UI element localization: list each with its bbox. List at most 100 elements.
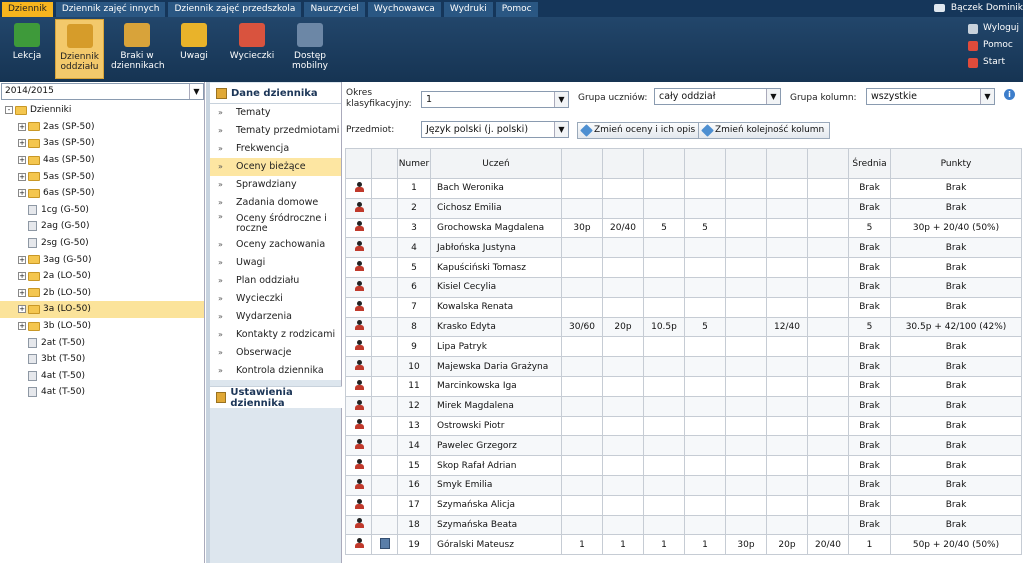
student-name[interactable]: Cichosz Emilia [430,197,562,219]
tree-item[interactable]: +2b (LO-50) [0,285,204,302]
grade-cell[interactable]: 12/40 [766,316,808,338]
tree-item[interactable]: 3bt (T-50) [0,351,204,368]
przedmiot-select[interactable]: Język polski (j. polski) ▼ [421,121,569,138]
chevron-down-icon[interactable]: ▼ [554,92,568,107]
tree-item[interactable]: - Dzienniki [0,102,204,119]
student-name[interactable]: Pawelec Grzegorz [430,435,562,457]
grade-cell[interactable] [725,356,767,377]
grade-cell[interactable] [602,296,644,318]
grade-cell[interactable] [602,415,644,437]
grade-cell[interactable] [725,257,767,278]
grade-cell[interactable] [807,415,849,437]
grade-cell[interactable] [602,257,644,278]
toolbar-button-5[interactable]: Dostęp mobilny [287,19,333,79]
expand-icon[interactable]: + [18,322,26,331]
grade-cell[interactable]: 30p [725,534,767,556]
toolbar-button-3[interactable]: Uwagi [170,19,218,79]
grade-cell[interactable] [807,375,849,397]
grade-cell[interactable] [643,197,685,219]
grade-cell[interactable] [725,514,767,536]
toolbar-button-1[interactable]: Dziennik oddziału [55,19,104,79]
nav-item[interactable]: » Sprawdziany [210,176,341,194]
grade-cell[interactable] [602,356,644,377]
student-name[interactable]: Krasko Edyta [430,316,562,338]
grade-cell[interactable] [766,514,808,536]
grade-cell[interactable] [561,474,603,496]
grade-cell[interactable] [766,395,808,417]
nav-item[interactable]: » Oceny śródroczne i roczne [210,212,341,236]
tree-item[interactable]: +6as (SP-50) [0,185,204,202]
student-name[interactable]: Marcinkowska Iga [430,375,562,397]
nav-item[interactable]: » Wycieczki [210,290,341,308]
grade-cell[interactable] [602,276,644,298]
grade-cell[interactable] [807,178,849,199]
student-name[interactable]: Kowalska Renata [430,296,562,318]
grade-cell[interactable] [766,415,808,437]
tab-1[interactable]: Dziennik zajęć innych [55,2,166,17]
tab-2[interactable]: Dziennik zajęć przedszkola [168,2,302,17]
nav-item[interactable]: » Tematy przedmiotami [210,122,341,140]
grade-cell[interactable] [602,237,644,259]
toolbar-button-4[interactable]: Wycieczki [226,19,278,79]
grade-cell[interactable] [561,375,603,397]
info-icon[interactable]: i [1004,89,1015,100]
grade-cell[interactable] [766,296,808,318]
grade-cell[interactable] [561,415,603,437]
grade-cell[interactable] [725,435,767,457]
grade-cell[interactable] [725,415,767,437]
grade-cell[interactable]: 10.5p [643,316,685,338]
grade-cell[interactable] [561,178,603,199]
grade-cell[interactable]: 1 [561,534,603,556]
grade-cell[interactable] [684,237,726,259]
grade-cell[interactable] [725,375,767,397]
grade-cell[interactable] [684,395,726,417]
link-start[interactable]: Start [968,54,1019,71]
grade-cell[interactable] [643,395,685,417]
grade-cell[interactable] [684,276,726,298]
toolbar-button-0[interactable]: Lekcja [6,19,48,79]
grade-cell[interactable] [602,435,644,457]
chevron-down-icon[interactable]: ▼ [554,122,568,137]
tab-5[interactable]: Wydruki [443,2,493,17]
grade-cell[interactable] [684,494,726,516]
grade-cell[interactable] [766,178,808,199]
grade-cell[interactable] [807,494,849,516]
student-name[interactable]: Bach Weronika [430,178,562,199]
grade-cell[interactable]: 1 [643,534,685,556]
tab-0[interactable]: Dziennik [2,2,53,17]
grade-cell[interactable]: 1 [684,534,726,556]
grade-cell[interactable] [725,336,767,358]
grade-cell[interactable] [807,296,849,318]
tree-item[interactable]: 1cg (G-50) [0,202,204,219]
grade-cell[interactable]: 5 [643,217,685,239]
tree-item[interactable]: +4as (SP-50) [0,152,204,169]
grade-cell[interactable] [766,237,808,259]
grade-cell[interactable] [684,455,726,476]
grade-cell[interactable] [684,415,726,437]
grade-cell[interactable] [766,197,808,219]
grade-cell[interactable] [725,494,767,516]
nav-item[interactable]: » Oceny bieżące [210,158,341,176]
student-name[interactable]: Jabłońska Justyna [430,237,562,259]
grade-cell[interactable] [684,356,726,377]
okres-select[interactable]: 1 ▼ [421,91,569,108]
grade-cell[interactable]: 5 [684,217,726,239]
tree-item[interactable]: 4at (T-50) [0,384,204,401]
collapse-icon[interactable]: - [5,106,13,115]
column-header[interactable]: Uczeń [430,148,562,179]
column-header[interactable]: Numer [397,148,431,179]
nav-footer[interactable]: Ustawienia dziennika [210,386,342,409]
grade-cell[interactable] [643,178,685,199]
grade-cell[interactable] [807,237,849,259]
grade-cell[interactable] [643,435,685,457]
grade-cell[interactable] [684,178,726,199]
expand-icon[interactable]: + [18,139,26,148]
grade-cell[interactable] [643,455,685,476]
grade-cell[interactable] [725,395,767,417]
grade-cell[interactable] [684,257,726,278]
grade-cell[interactable] [684,375,726,397]
student-name[interactable]: Góralski Mateusz [430,534,562,556]
grade-cell[interactable] [725,237,767,259]
grade-cell[interactable] [807,435,849,457]
student-name[interactable]: Szymańska Beata [430,514,562,536]
